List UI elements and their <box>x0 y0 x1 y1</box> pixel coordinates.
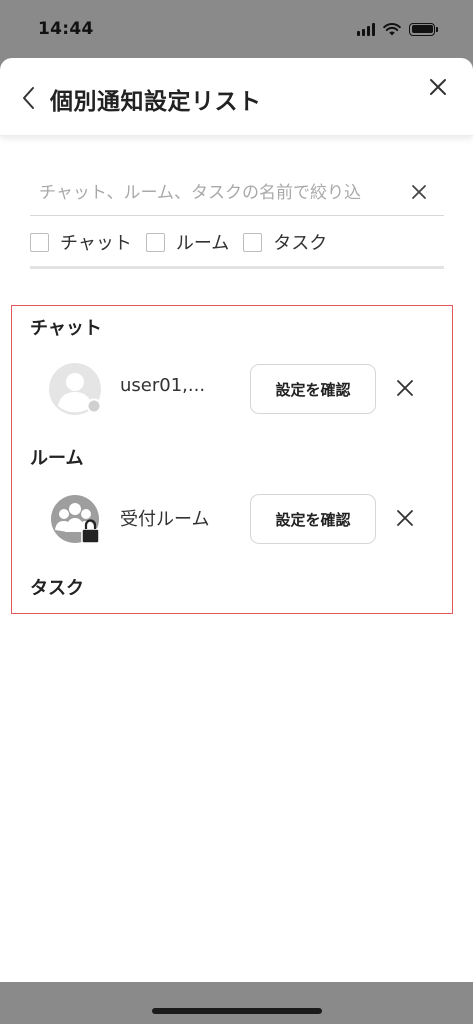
battery-icon <box>409 22 438 36</box>
clear-search-icon[interactable] <box>410 183 428 201</box>
room-name: 受付ルーム <box>120 509 210 530</box>
user-avatar-icon <box>49 363 102 415</box>
search-field <box>30 170 444 216</box>
cellular-signal-icon <box>357 22 375 36</box>
divider <box>30 266 444 269</box>
check-settings-button[interactable]: 設定を確認 <box>250 494 376 544</box>
remove-icon[interactable] <box>396 379 414 397</box>
checkbox[interactable] <box>30 232 49 252</box>
list-item: user01,... 設定を確認 <box>12 354 452 424</box>
checkbox[interactable] <box>145 232 165 252</box>
home-indicator <box>152 1008 322 1014</box>
search-input[interactable] <box>30 172 394 213</box>
section-heading-chat: チャット <box>30 318 102 339</box>
status-icons <box>357 22 438 36</box>
list-item: 受付ルーム 設定を確認 <box>12 484 452 554</box>
filter-task[interactable]: タスク <box>243 229 327 255</box>
checkbox[interactable] <box>243 232 263 252</box>
type-filters: チャット ルーム タスク <box>30 229 327 255</box>
filter-room[interactable]: ルーム <box>145 229 230 255</box>
check-settings-button[interactable]: 設定を確認 <box>250 364 376 414</box>
chat-name: user01,... <box>120 375 206 396</box>
results-list: チャット user01,... 設定を確認 ルーム 受付ルーム 設定を確認 タス… <box>11 305 453 614</box>
close-icon[interactable] <box>427 76 449 98</box>
status-bar: 14:44 <box>0 0 473 58</box>
wifi-icon <box>383 23 401 36</box>
notification-settings-sheet: 個別通知設定リスト チャット ルーム タスク チャット <box>0 58 473 982</box>
filter-label: ルーム <box>175 233 230 254</box>
remove-icon[interactable] <box>396 509 414 527</box>
page-title: 個別通知設定リスト <box>50 89 262 115</box>
chevron-left-icon[interactable] <box>18 84 40 112</box>
section-heading-task: タスク <box>30 578 84 599</box>
status-time: 14:44 <box>38 19 94 39</box>
header: 個別通知設定リスト <box>0 58 473 136</box>
filter-label: チャット <box>60 233 132 254</box>
filter-label: タスク <box>273 233 328 254</box>
group-locked-avatar-icon <box>51 495 100 544</box>
section-heading-room: ルーム <box>30 448 84 469</box>
filter-chat[interactable]: チャット <box>30 229 132 255</box>
